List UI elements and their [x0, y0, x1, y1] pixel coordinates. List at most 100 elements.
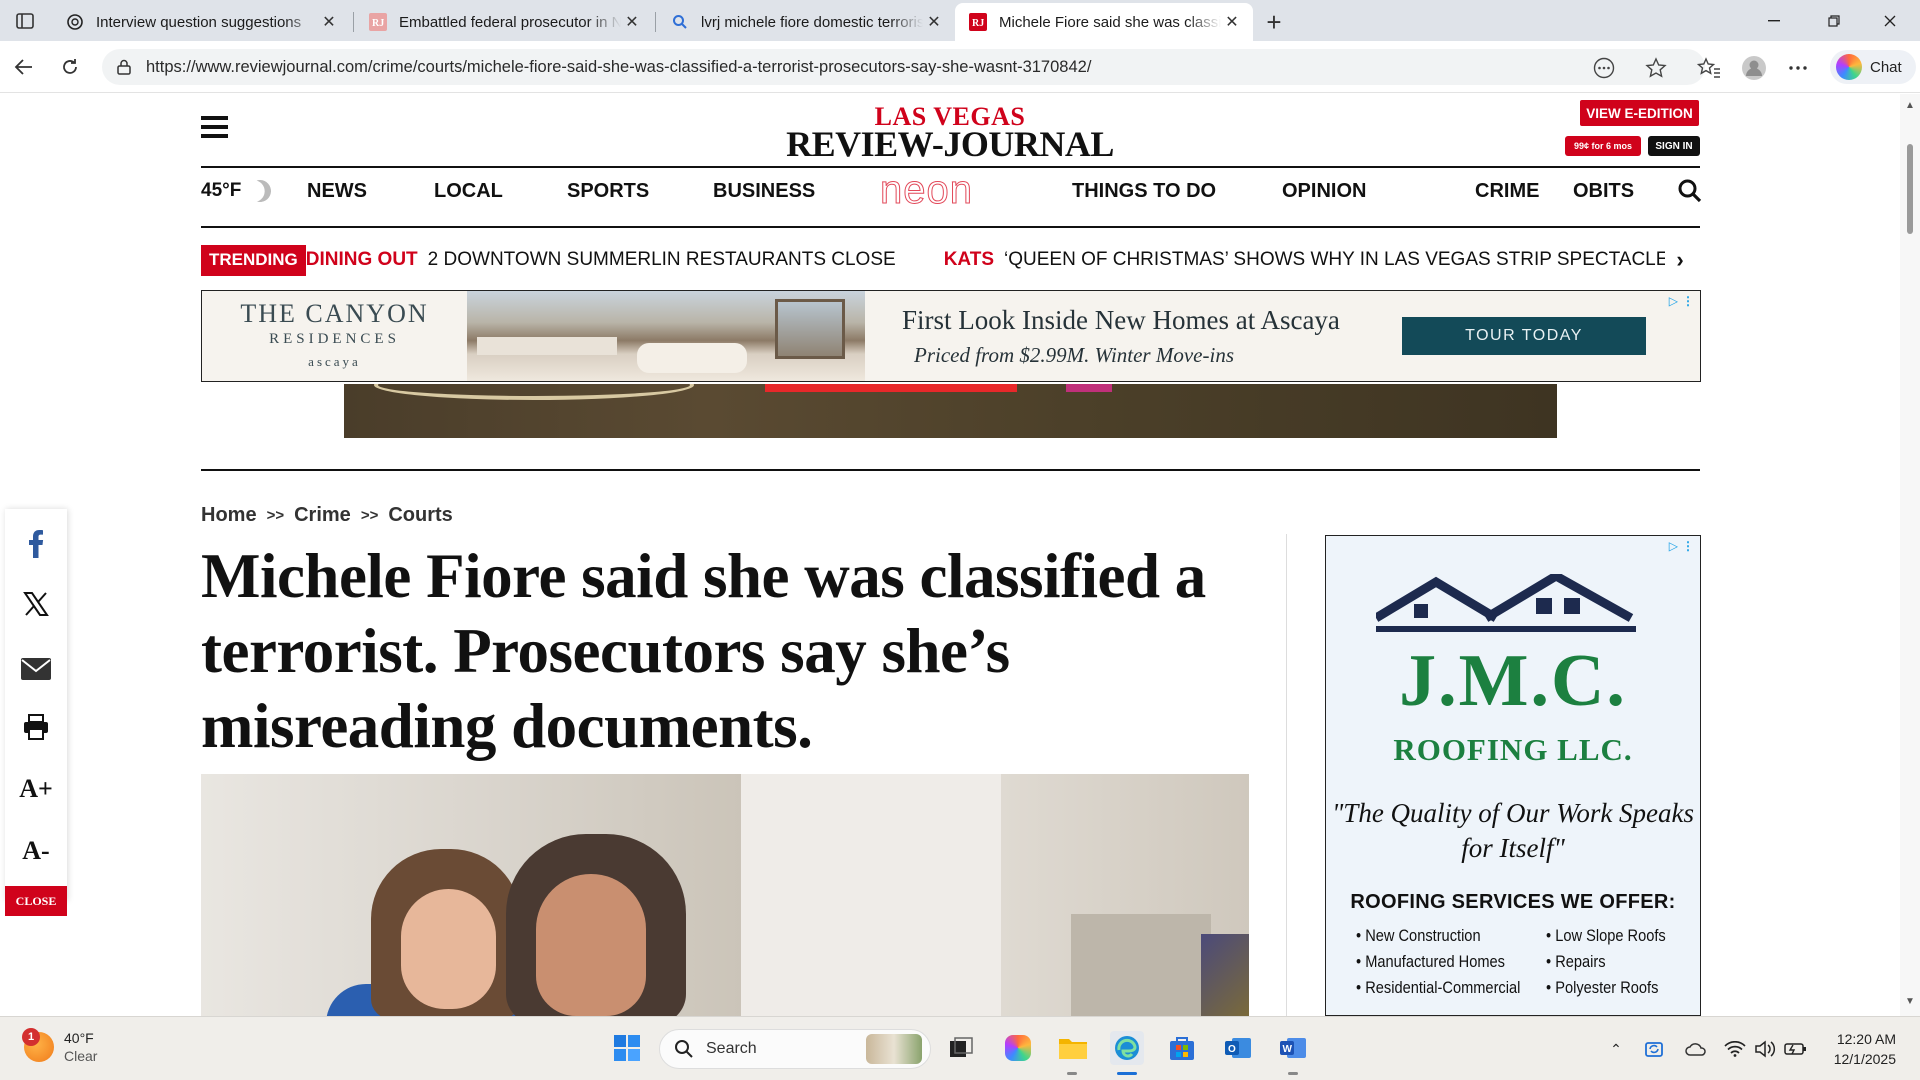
word-icon[interactable]: W	[1276, 1031, 1310, 1065]
view-e-edition-button[interactable]: VIEW E-EDITION	[1580, 100, 1699, 126]
copilot-chat-button[interactable]: Chat	[1830, 50, 1916, 84]
nav-sports[interactable]: SPORTS	[567, 180, 649, 203]
sync-icon[interactable]	[1643, 1037, 1667, 1061]
copilot-taskbar-icon[interactable]	[1001, 1031, 1035, 1065]
sidebar-ad[interactable]: ▷ ⋮ J.M.C. ROOFING LLC. "The Quality of O…	[1325, 535, 1701, 1016]
show-hidden-icons-chevron-icon[interactable]: ⌃	[1604, 1037, 1628, 1061]
new-tab-button[interactable]: +	[1258, 6, 1290, 38]
tab-michele-fiore-article[interactable]: RJ Michele Fiore said she was classified…	[955, 3, 1253, 41]
page-viewport: LAS VEGAS REVIEW-JOURNAL VIEW E-EDITION …	[0, 94, 1900, 1016]
menu-hamburger-icon[interactable]	[201, 116, 228, 138]
close-tab-icon[interactable]: ✕	[318, 11, 340, 33]
openai-icon	[66, 13, 84, 31]
close-tab-icon[interactable]: ✕	[1221, 11, 1243, 33]
taskbar-search-box[interactable]: Search	[659, 1029, 931, 1069]
article-hero-image[interactable]	[201, 774, 1249, 1016]
microsoft-store-icon[interactable]	[1165, 1031, 1199, 1065]
trending-label: TRENDING	[201, 244, 306, 276]
nav-news[interactable]: NEWS	[307, 180, 367, 203]
scrollbar-thumb[interactable]	[1907, 144, 1913, 234]
sign-in-button[interactable]: SIGN IN	[1648, 136, 1700, 156]
tab-divider	[655, 12, 656, 32]
scroll-down-icon[interactable]: ▼	[1905, 996, 1915, 1007]
service-item: • Residential-Commercial	[1356, 978, 1521, 997]
nav-opinion[interactable]: OPINION	[1282, 180, 1366, 203]
nav-crime[interactable]: CRIME	[1475, 180, 1539, 203]
edge-browser-icon[interactable]	[1110, 1031, 1144, 1065]
ad-tour-today-button[interactable]: TOUR TODAY	[1402, 317, 1646, 355]
breadcrumb-home[interactable]: Home	[201, 504, 257, 527]
file-explorer-icon[interactable]	[1056, 1031, 1090, 1065]
refresh-icon[interactable]	[54, 51, 86, 83]
tab-search-results[interactable]: lvrj michele fiore domestic terrorist ✕	[657, 3, 955, 41]
scroll-up-icon[interactable]: ▲	[1905, 100, 1915, 111]
temperature: 45°F	[201, 180, 242, 201]
svg-text:RJ: RJ	[972, 18, 984, 29]
favorites-icon[interactable]	[1696, 55, 1722, 81]
site-logo[interactable]: LAS VEGAS REVIEW-JOURNAL	[780, 104, 1120, 163]
print-icon[interactable]	[5, 707, 67, 747]
taskbar-temperature: 40°F	[64, 1030, 94, 1046]
profile-avatar-icon[interactable]	[1741, 55, 1767, 81]
tab-title: Embattled federal prosecutor in Nevada	[399, 13, 621, 31]
task-view-icon[interactable]	[944, 1031, 978, 1065]
adchoices-icon[interactable]: ▷ ⋮	[1664, 538, 1694, 554]
weather-taskbar-widget[interactable]: 1 40°F Clear	[22, 1028, 97, 1065]
weather-widget[interactable]: 45°F	[201, 180, 291, 202]
adchoices-icon[interactable]: ▷ ⋮	[1664, 293, 1694, 309]
trending-next-chevron-icon[interactable]: ›	[1665, 246, 1695, 274]
nav-bottom-rule	[201, 226, 1700, 228]
nav-obits[interactable]: OBITS	[1573, 180, 1634, 203]
close-tab-icon[interactable]: ✕	[621, 11, 643, 33]
increase-font-button[interactable]: A+	[5, 769, 67, 809]
settings-more-icon[interactable]	[1785, 55, 1811, 81]
site-search-icon[interactable]	[1677, 178, 1703, 204]
trending-item[interactable]: KATS ‘QUEEN OF CHRISTMAS’ SHOWS WHY IN L…	[944, 249, 1669, 271]
close-tab-icon[interactable]: ✕	[923, 11, 945, 33]
restore-icon[interactable]	[1806, 0, 1862, 41]
back-icon[interactable]	[8, 51, 40, 83]
tab-embattled-prosecutor[interactable]: RJ Embattled federal prosecutor in Nevad…	[355, 3, 653, 41]
top-banner-ad[interactable]: THE CANYON RESIDENCES ascaya First Look …	[201, 290, 1701, 382]
trending-item[interactable]: DINING OUT 2 DOWNTOWN SUMMERLIN RESTAURA…	[306, 249, 896, 271]
page-scrollbar[interactable]: ▲ ▼	[1900, 94, 1920, 1016]
ad-company-name: J.M.C.	[1399, 640, 1627, 722]
volume-icon[interactable]	[1753, 1037, 1777, 1061]
main-navigation: 45°F NEWS LOCAL SPORTS BUSINESS neon THI…	[201, 168, 1703, 214]
wifi-icon[interactable]	[1723, 1037, 1747, 1061]
nav-local[interactable]: LOCAL	[434, 180, 503, 203]
outlook-icon[interactable]: O	[1221, 1031, 1255, 1065]
facebook-icon[interactable]	[5, 524, 67, 564]
secondary-banner-ad[interactable]	[344, 384, 1557, 438]
nav-things-to-do[interactable]: THINGS TO DO	[1072, 180, 1216, 203]
breadcrumb: Home >> Crime >> Courts	[201, 504, 453, 527]
battery-icon[interactable]	[1784, 1037, 1808, 1061]
onedrive-cloud-icon[interactable]	[1684, 1037, 1708, 1061]
subscribe-promo-button[interactable]: 99¢ for 6 mos	[1565, 136, 1641, 156]
tab-interview-questions[interactable]: Interview question suggestions ✕	[52, 3, 350, 41]
tab-title: Interview question suggestions	[96, 13, 302, 31]
more-options-circle-icon[interactable]	[1591, 55, 1617, 81]
breadcrumb-separator: >>	[266, 507, 285, 524]
breadcrumb-crime[interactable]: Crime	[294, 504, 351, 527]
share-rail: A+ A- CLOSE	[5, 509, 67, 916]
nav-neon[interactable]: neon	[880, 168, 973, 213]
nav-business[interactable]: BUSINESS	[713, 180, 815, 203]
ad-services-title: ROOFING SERVICES WE OFFER:	[1350, 891, 1676, 913]
taskbar-clock[interactable]: 12:20 AM 12/1/2025	[1826, 1029, 1896, 1069]
favorite-star-icon[interactable]	[1643, 55, 1669, 81]
windows-start-icon[interactable]	[610, 1031, 644, 1065]
svg-text:O: O	[1228, 1044, 1236, 1055]
share-close-button[interactable]: CLOSE	[5, 886, 67, 916]
site-info-icon[interactable]	[106, 49, 142, 85]
tab-actions-icon[interactable]	[10, 8, 40, 34]
address-bar[interactable]: https://www.reviewjournal.com/crime/cour…	[102, 49, 1705, 85]
tab-strip: Interview question suggestions ✕ RJ Emba…	[0, 0, 1920, 41]
decrease-font-button[interactable]: A-	[5, 831, 67, 871]
email-icon[interactable]	[5, 649, 67, 689]
moon-icon	[246, 177, 274, 205]
minimize-icon[interactable]	[1746, 0, 1802, 41]
x-twitter-icon[interactable]	[5, 584, 67, 624]
close-window-icon[interactable]	[1862, 0, 1918, 41]
breadcrumb-courts[interactable]: Courts	[388, 504, 452, 527]
